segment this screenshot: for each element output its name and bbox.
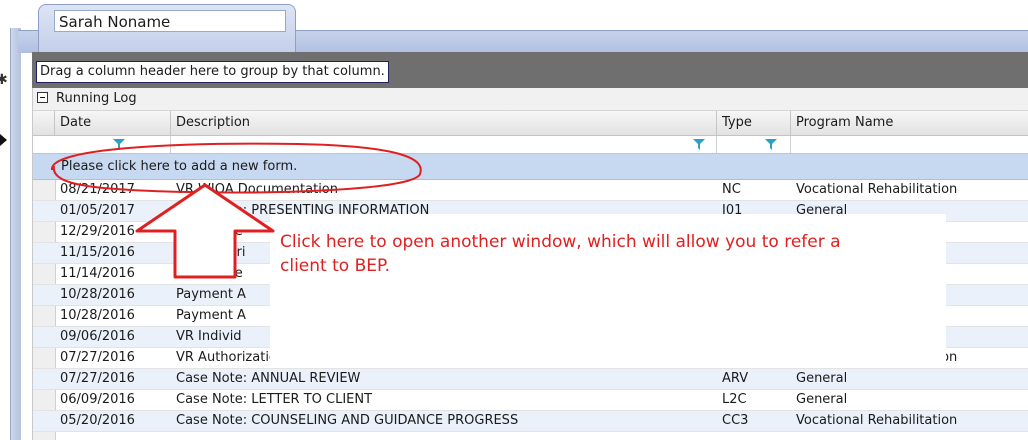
annotation-text: Click here to open another window, which… — [280, 232, 841, 276]
cell-type: ARV — [722, 371, 749, 386]
table-row[interactable]: 06/09/2016 Case Note: LETTER TO CLIENT L2C… — [33, 390, 1028, 411]
window-frame-left — [10, 28, 21, 440]
column-header-type[interactable]: Type — [717, 111, 791, 135]
cell-description: Case Note: COUNSELING AND GUIDANCE PROGR… — [176, 413, 519, 428]
header-selector-cell — [33, 111, 55, 135]
filter-cell-type[interactable] — [717, 136, 791, 153]
column-header-description[interactable]: Description — [171, 111, 717, 135]
filter-funnel-icon[interactable] — [765, 139, 777, 150]
client-name-tab-label: Sarah Noname — [54, 10, 286, 32]
cell-description: Case Note: ANNUAL REVIEW — [176, 371, 361, 386]
cell-description: Case Note: LETTER TO CLIENT — [176, 392, 373, 407]
cell-type: NC — [722, 182, 741, 197]
collapse-minus-icon[interactable] — [37, 92, 48, 103]
cell-date: 07/27/2016 — [60, 350, 135, 365]
cell-date: 10/28/2016 — [60, 308, 135, 323]
cell-date: 05/20/2016 — [60, 413, 135, 428]
cell-date: 07/27/2016 — [60, 371, 135, 386]
column-header-date[interactable]: Date — [55, 111, 171, 135]
column-header-program-name[interactable]: Program Name — [791, 111, 1028, 135]
table-row[interactable]: 05/20/2016 Case Note: COUNSELING AND GUID… — [33, 411, 1028, 432]
table-row[interactable]: 07/27/2016 Case Note: ANNUAL REVIEW ARV Gen… — [33, 369, 1028, 390]
annotation-callout: Click here to open another window, which… — [270, 214, 946, 364]
cell-type: L2C — [722, 392, 747, 407]
cell-program-name: Vocational Rehabilitation — [796, 182, 958, 197]
filter-cell-program-name[interactable] — [791, 136, 1028, 153]
filter-funnel-icon[interactable] — [693, 139, 705, 150]
triangle-right-icon[interactable] — [0, 134, 7, 146]
column-header-row: Date Description Type Program Name — [33, 111, 1028, 136]
cell-date: 09/06/2016 — [60, 329, 135, 344]
cell-program-name: General — [796, 371, 848, 386]
asterisk-icon: ✱ — [0, 72, 8, 88]
cell-program-name: General — [796, 392, 848, 407]
cell-program-name: Vocational Rehabilitation — [796, 413, 958, 428]
cell-date: 10/28/2016 — [60, 287, 135, 302]
band-title: Running Log — [56, 91, 137, 106]
cell-type: CC3 — [722, 413, 749, 428]
annotation-arrow-icon — [135, 183, 275, 279]
band-header: Running Log — [33, 88, 1028, 111]
cell-date: 06/09/2016 — [60, 392, 135, 407]
group-by-hint: Drag a column header here to group by th… — [36, 61, 389, 83]
